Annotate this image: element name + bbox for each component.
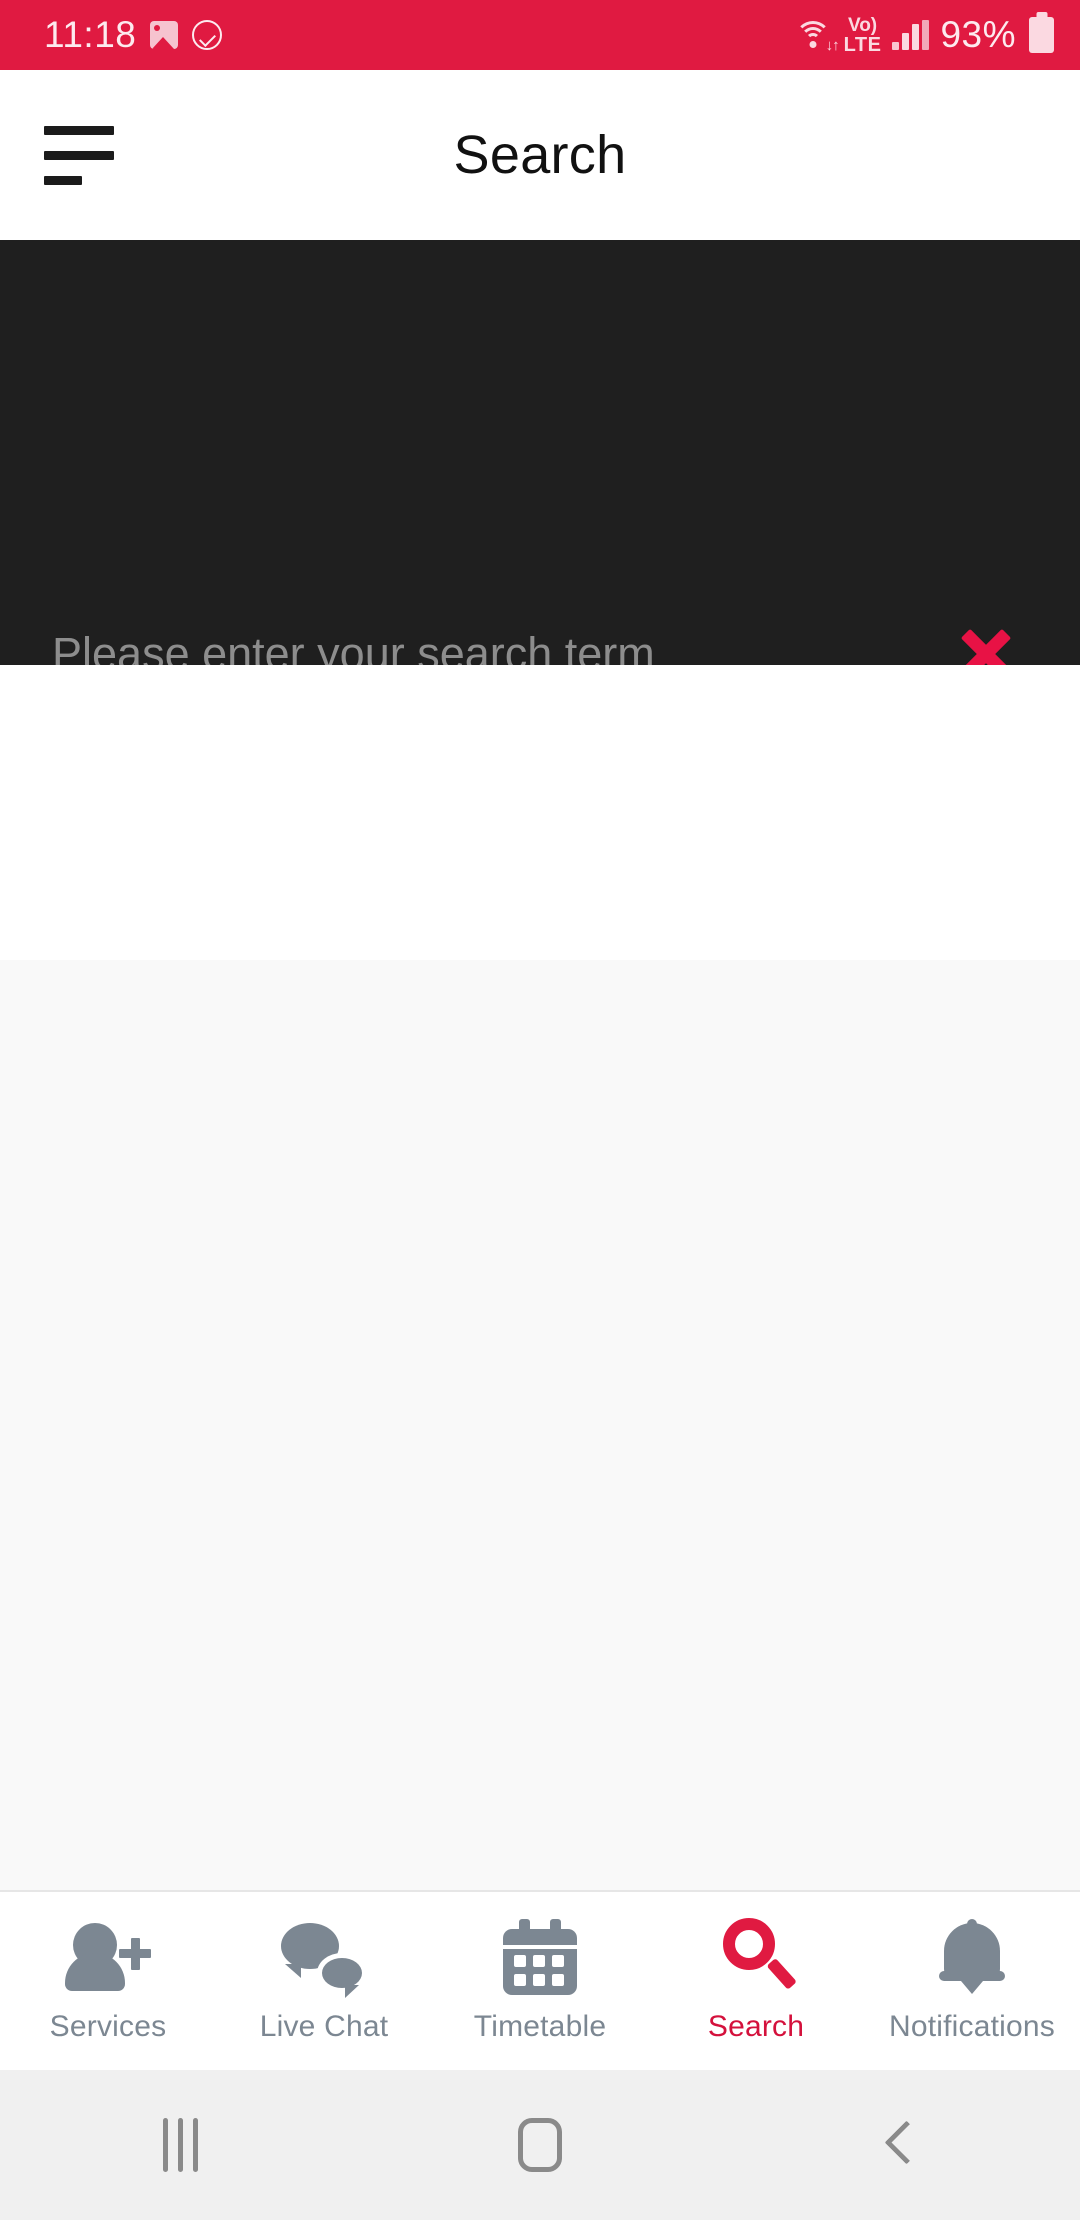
tab-search[interactable]: Search <box>648 1892 864 2070</box>
hamburger-menu-icon[interactable] <box>44 125 114 185</box>
tab-services-label: Services <box>49 2010 167 2043</box>
wifi-data-arrows-icon: ↓↑ <box>825 37 840 54</box>
chat-bubbles-icon <box>281 1918 367 1998</box>
tab-live-chat-label: Live Chat <box>259 2010 389 2043</box>
search-panel <box>0 240 1080 751</box>
volte-line-2: LTE <box>843 33 882 56</box>
system-nav-bar <box>0 2070 1080 2220</box>
tab-notifications-label: Notifications <box>888 2010 1055 2043</box>
status-bar-right: ↓↑ Vo) LTE 93% <box>793 14 1054 56</box>
search-suggestions-area <box>0 665 1080 960</box>
status-bar-left: 11:18 <box>44 14 223 56</box>
tab-notifications[interactable]: Notifications <box>864 1892 1080 2070</box>
wifi-icon: ↓↑ <box>793 19 840 53</box>
search-results-list <box>0 960 1080 1890</box>
bell-icon <box>937 1918 1007 1996</box>
check-circle-icon <box>192 20 223 50</box>
volte-icon: Vo) LTE <box>844 16 882 55</box>
page-title: Search <box>453 125 627 185</box>
image-icon <box>150 21 179 49</box>
bottom-tab-bar: Services Live Chat Timetable Search Noti… <box>0 1890 1080 2070</box>
back-icon[interactable] <box>720 2070 1080 2220</box>
tab-search-label: Search <box>707 2010 805 2043</box>
status-time: 11:18 <box>44 14 137 55</box>
search-icon <box>719 1918 797 1996</box>
home-icon[interactable] <box>360 2070 720 2220</box>
battery-percent-label: 93% <box>940 14 1016 55</box>
battery-icon <box>1029 17 1054 53</box>
volte-line-1: Vo) <box>847 14 878 36</box>
tab-timetable-label: Timetable <box>473 2010 607 2043</box>
recents-icon[interactable] <box>0 2070 360 2220</box>
tab-live-chat[interactable]: Live Chat <box>216 1892 432 2070</box>
app-bar: Search <box>0 70 1080 240</box>
calendar-icon <box>503 1918 577 1996</box>
signal-bars-icon <box>892 20 930 50</box>
person-add-icon <box>65 1918 151 1996</box>
phone-screen: 11:18 ↓↑ Vo) LTE 93% Search Please enter… <box>0 0 1080 2220</box>
tab-timetable[interactable]: Timetable <box>432 1892 648 2070</box>
status-bar: 11:18 ↓↑ Vo) LTE 93% <box>0 0 1080 70</box>
tab-services[interactable]: Services <box>0 1892 216 2070</box>
